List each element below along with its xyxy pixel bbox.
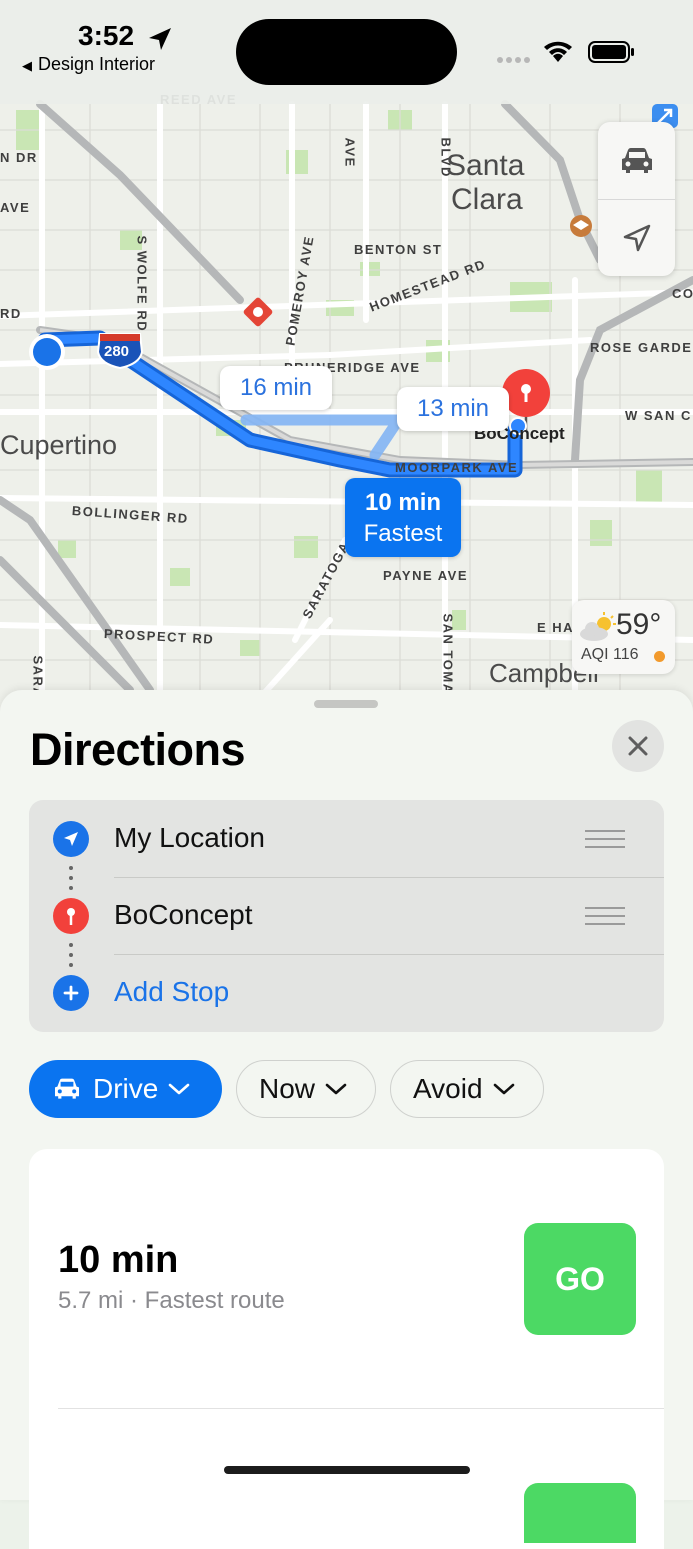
close-button[interactable] <box>612 720 664 772</box>
departure-time-chip[interactable]: Now <box>236 1060 376 1118</box>
map-view[interactable]: 280 REED AVE N DR AVE RD S WOLFE RD AVE … <box>0 0 693 720</box>
waypoint-label: BoConcept <box>114 899 253 930</box>
interstate-label: 280 <box>104 343 129 360</box>
chip-label: Avoid <box>413 1073 483 1104</box>
car-icon <box>55 1078 79 1099</box>
route-fastest-label: Fastest <box>363 519 443 547</box>
waypoint-row-destination[interactable]: BoConcept <box>29 877 664 954</box>
route-option-13min[interactable]: 13 min <box>397 387 509 431</box>
add-stop-label: Add Stop <box>114 976 230 1007</box>
waypoint-label: My Location <box>114 822 265 853</box>
chip-label: Drive <box>93 1073 159 1104</box>
weather-temperature: 59° <box>616 608 662 641</box>
street-label: PAYNE AVE <box>383 568 469 583</box>
add-stop-marker <box>53 975 89 1011</box>
route-detail: 5.7 mi · Fastest route <box>58 1287 285 1314</box>
route-option-16min[interactable]: 16 min <box>220 366 332 410</box>
waypoint-list: My Location BoConcept Add Stop <box>29 800 664 1032</box>
current-location-button[interactable] <box>598 199 675 276</box>
avoid-options-chip[interactable]: Avoid <box>390 1060 544 1118</box>
transport-mode-drive-chip[interactable]: Drive <box>29 1060 222 1118</box>
street-label: ROSE GARDEN <box>590 340 693 355</box>
back-app-label: Design Interior <box>38 54 156 74</box>
street-label: W SAN C <box>625 408 692 423</box>
destination-marker <box>53 898 89 934</box>
city-label-santa: Santa <box>446 149 525 182</box>
sheet-title: Directions <box>30 724 246 775</box>
pin-icon <box>67 908 75 925</box>
go-button[interactable]: GO <box>524 1223 636 1335</box>
route-time-label: 10 min <box>364 488 442 516</box>
directions-sheet: Directions My Location BoConcept Add Sto… <box>0 690 693 1549</box>
chip-label: Now <box>259 1073 316 1104</box>
waypoint-row-origin[interactable]: My Location <box>29 800 664 877</box>
status-bar: 3:52 ◀ Design Interior <box>0 0 693 104</box>
chevron-down-icon <box>169 1083 190 1095</box>
city-label-cupertino: Cupertino <box>0 430 118 460</box>
status-time: 3:52 <box>78 20 135 51</box>
back-to-app-link[interactable]: ◀ Design Interior <box>22 54 155 75</box>
dynamic-island <box>236 19 457 85</box>
map-controls <box>598 122 675 276</box>
weather-aqi: AQI 116 <box>581 646 639 663</box>
go-button-secondary[interactable] <box>524 1483 636 1543</box>
street-label: CO <box>672 286 693 301</box>
street-label: MOORPARK AVE <box>395 460 519 475</box>
chevron-down-icon <box>325 1083 347 1095</box>
plus-icon <box>63 985 79 1001</box>
battery-icon <box>588 41 634 63</box>
street-label: AVE <box>342 137 358 168</box>
origin-marker <box>53 821 89 857</box>
location-services-icon <box>149 28 171 50</box>
add-stop-row[interactable]: Add Stop <box>29 954 664 1031</box>
chevron-down-icon <box>493 1083 514 1095</box>
location-arrow-icon <box>623 224 650 251</box>
reorder-handle-icon[interactable] <box>585 907 625 931</box>
street-label: S WOLFE RD <box>134 235 150 333</box>
location-arrow-icon <box>64 832 78 846</box>
sheet-grabber[interactable] <box>314 700 378 708</box>
street-label: N DR <box>0 150 38 165</box>
weather-widget[interactable]: 59° AQI 116 <box>572 600 675 674</box>
street-label: AVE <box>0 200 31 215</box>
transport-mode-button[interactable] <box>598 122 675 199</box>
reorder-handle-icon[interactable] <box>585 830 625 854</box>
partly-cloudy-icon <box>580 612 616 641</box>
home-indicator[interactable] <box>224 1466 470 1474</box>
cellular-signal-icon <box>497 57 530 63</box>
wifi-icon <box>544 41 572 62</box>
route-duration: 10 min <box>58 1239 179 1281</box>
street-label: RD <box>0 306 22 321</box>
street-label: BENTON ST <box>354 242 443 257</box>
route-card[interactable]: 10 min 5.7 mi · Fastest route GO <box>29 1149 664 1549</box>
aqi-status-dot <box>654 651 665 662</box>
close-icon <box>628 736 648 756</box>
route-time-label: 13 min <box>416 395 490 422</box>
divider <box>58 1408 664 1409</box>
back-triangle-icon: ◀ <box>22 58 32 73</box>
route-time-label: 16 min <box>239 374 313 401</box>
route-option-10min-fastest[interactable]: 10 min Fastest <box>345 478 461 557</box>
city-label-clara: Clara <box>451 183 523 216</box>
car-icon <box>621 147 652 173</box>
